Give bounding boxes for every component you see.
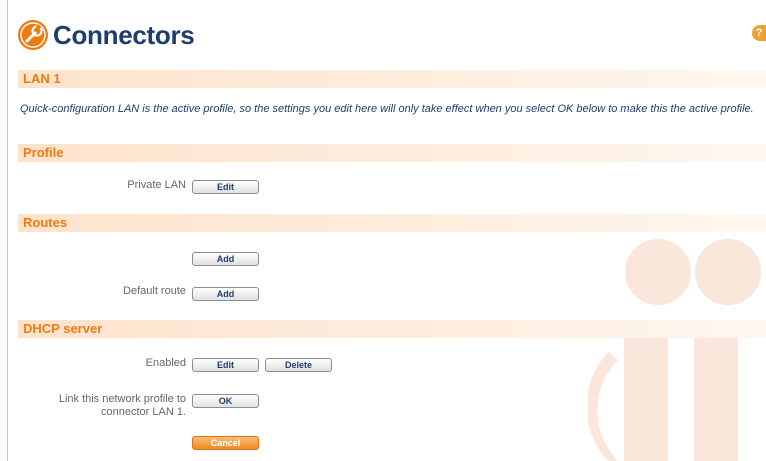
section-lan-header: LAN 1 [18, 70, 766, 88]
default-route-add-button[interactable]: Add [192, 287, 259, 301]
profile-label: Private LAN [127, 179, 186, 191]
cancel-button[interactable]: Cancel [192, 436, 259, 450]
default-route-label: Default route [123, 285, 186, 297]
section-dhcp-header: DHCP server [18, 320, 766, 338]
active-profile-notice: Quick-configuration LAN is the active pr… [20, 103, 754, 115]
help-icon[interactable]: ? [752, 25, 766, 41]
ok-button[interactable]: OK [192, 394, 259, 408]
link-profile-label: Link this network profile to connector L… [20, 393, 186, 419]
dhcp-enabled-label: Enabled [145, 357, 186, 369]
link-profile-label-line2: connector LAN 1. [101, 406, 186, 418]
profile-edit-button[interactable]: Edit [192, 180, 259, 194]
wrench-circle-icon [18, 20, 48, 50]
section-routes-header: Routes [18, 214, 766, 232]
link-profile-label-line1: Link this network profile to [58, 393, 186, 405]
frame-border [7, 0, 8, 461]
dhcp-edit-button[interactable]: Edit [192, 358, 259, 372]
page-title: Connectors [53, 19, 195, 50]
route-add-button[interactable]: Add [192, 252, 259, 266]
section-profile-header: Profile [18, 144, 766, 162]
dhcp-delete-button[interactable]: Delete [265, 358, 332, 372]
page-header: Connectors [17, 19, 195, 51]
brand-watermark-icon [588, 239, 761, 461]
